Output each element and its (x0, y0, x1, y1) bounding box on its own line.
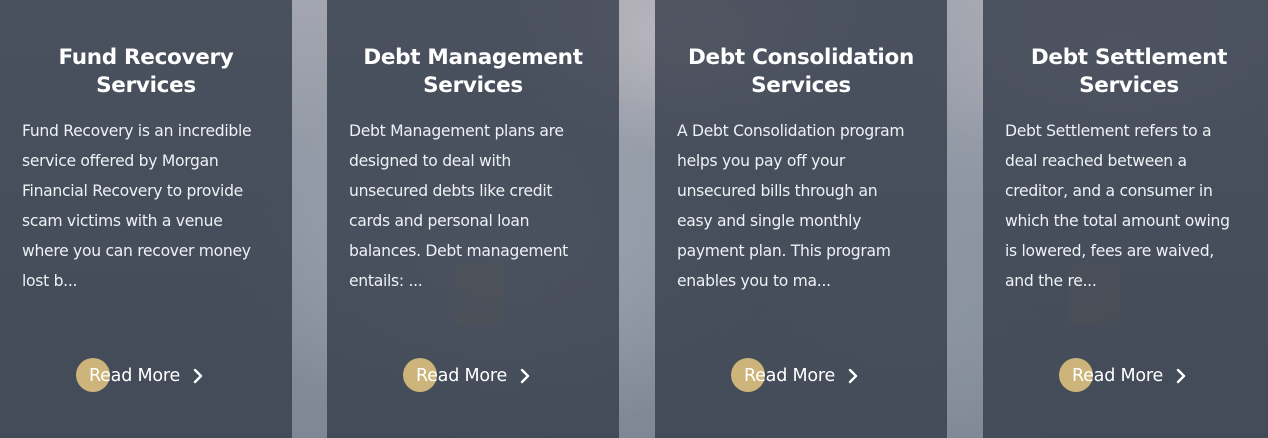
service-card-debt-settlement: Debt Settlement Services Debt Settlement… (983, 0, 1268, 438)
read-more-button[interactable]: Read More (327, 358, 619, 394)
card-title: Debt Management Services (363, 45, 583, 98)
read-more-label: Read More (415, 366, 508, 386)
chevron-right-icon (520, 368, 530, 384)
read-more-button[interactable]: Read More (655, 358, 947, 394)
card-title: Fund Recovery Services (58, 45, 234, 98)
read-more-button[interactable]: Read More (0, 358, 292, 394)
read-more-label: Read More (1071, 366, 1164, 386)
card-description: Fund Recovery is an incredible service o… (22, 122, 252, 290)
card-title: Debt Settlement Services (1030, 45, 1228, 98)
read-more-label: Read More (88, 366, 181, 386)
chevron-right-icon (193, 368, 203, 384)
read-more-button[interactable]: Read More (983, 358, 1268, 394)
service-card-debt-management: Debt Management Services Debt Management… (327, 0, 619, 438)
read-more-label: Read More (743, 366, 836, 386)
card-description: A Debt Consolidation program helps you p… (677, 122, 905, 290)
card-description: Debt Settlement refers to a deal reached… (1005, 122, 1230, 290)
card-title: Debt Consolidation Services (688, 45, 914, 98)
card-description: Debt Management plans are designed to de… (349, 122, 568, 290)
chevron-right-icon (848, 368, 858, 384)
service-card-fund-recovery: Fund Recovery Services Fund Recovery is … (0, 0, 292, 438)
chevron-right-icon (1176, 368, 1186, 384)
service-card-debt-consolidation: Debt Consolidation Services A Debt Conso… (655, 0, 947, 438)
